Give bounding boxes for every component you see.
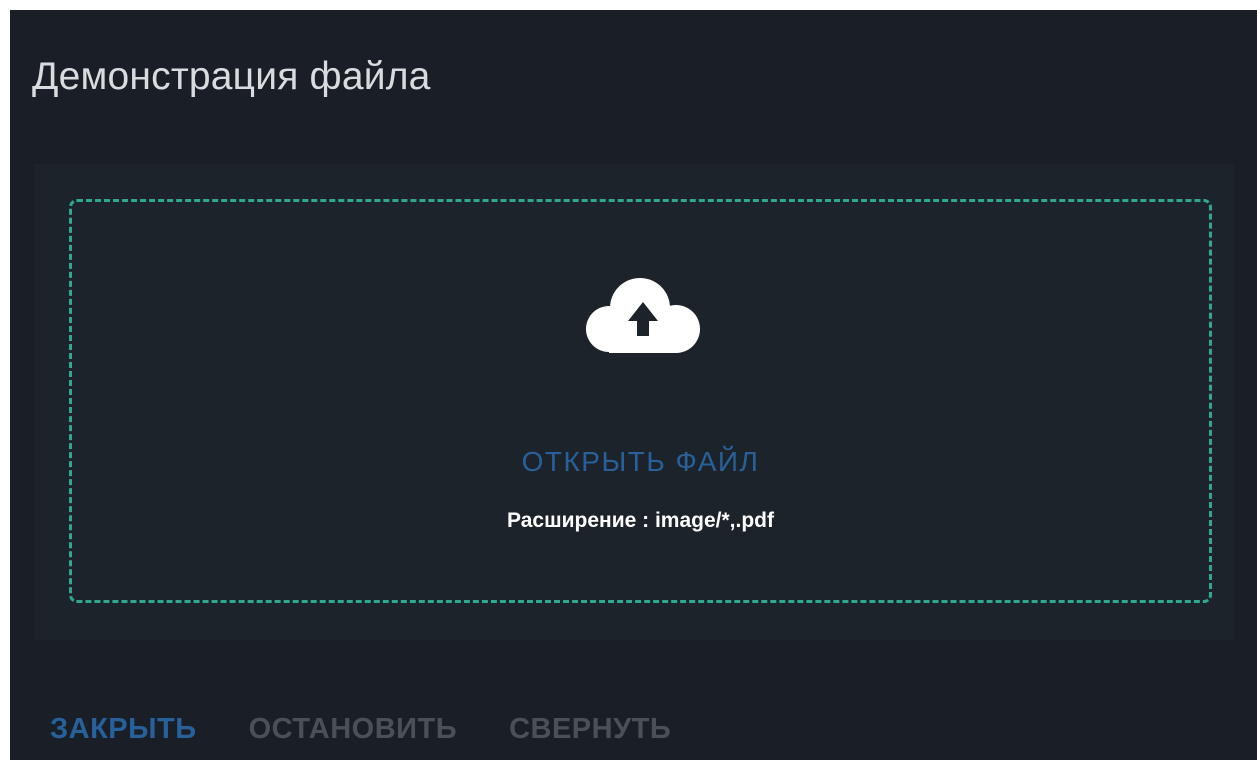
dialog-title: Демонстрация файла xyxy=(32,55,431,98)
dialog-actions: ЗАКРЫТЬ ОСТАНОВИТЬ СВЕРНУТЬ xyxy=(50,713,671,746)
drop-panel: ОТКРЫТЬ ФАЙЛ Расширение : image/*,.pdf xyxy=(34,164,1234,640)
collapse-button[interactable]: СВЕРНУТЬ xyxy=(509,713,671,746)
cloud-upload-icon xyxy=(586,278,700,353)
file-drop-zone[interactable]: ОТКРЫТЬ ФАЙЛ Расширение : image/*,.pdf xyxy=(69,199,1212,603)
stop-button[interactable]: ОСТАНОВИТЬ xyxy=(249,713,457,746)
allowed-extensions-text: Расширение : image/*,.pdf xyxy=(507,509,774,532)
file-demo-dialog: Демонстрация файла ОТКРЫТЬ ФАЙЛ Расширен… xyxy=(10,10,1257,760)
close-button[interactable]: ЗАКРЫТЬ xyxy=(50,713,197,746)
open-file-button[interactable]: ОТКРЫТЬ ФАЙЛ xyxy=(72,446,1209,478)
